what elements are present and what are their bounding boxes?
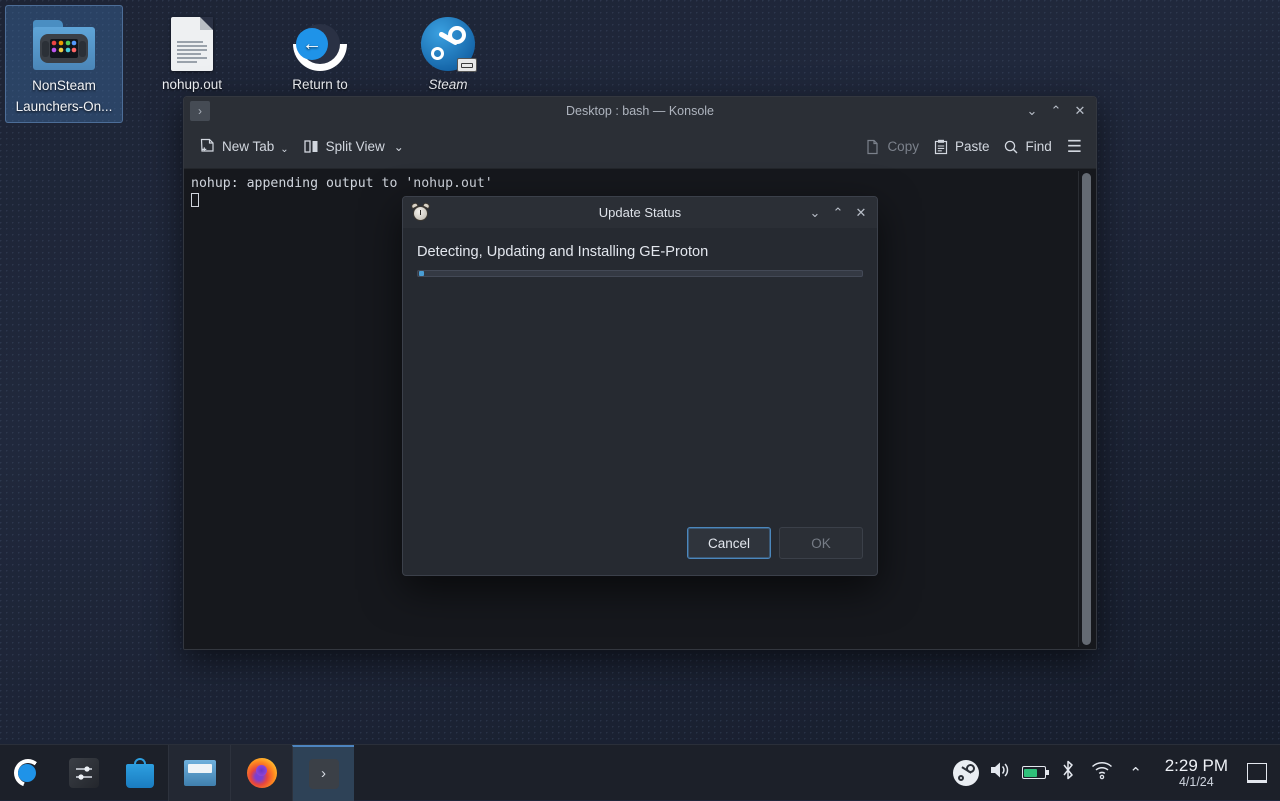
- tray-expand-button[interactable]: ⌃: [1119, 745, 1153, 801]
- terminal-cursor: [191, 193, 199, 207]
- speaker-icon: [988, 759, 1012, 786]
- desktop-icon-label: Return to: [261, 75, 379, 96]
- taskbar-item-file-manager[interactable]: [168, 745, 230, 801]
- split-view-label: Split View: [326, 139, 385, 154]
- chevron-down-icon[interactable]: ⌄: [280, 144, 288, 155]
- dialog-body: Detecting, Updating and Installing GE-Pr…: [403, 228, 877, 527]
- split-view-chevron-button[interactable]: ⌄: [392, 136, 411, 158]
- desktop-icon-nohup-out[interactable]: nohup.out: [133, 5, 251, 96]
- new-tab-button[interactable]: New Tab ⌄: [192, 134, 296, 159]
- paste-icon: [933, 139, 949, 155]
- clock[interactable]: 2:29 PM 4/1/24: [1153, 756, 1240, 789]
- wifi-icon: [1090, 760, 1114, 785]
- clock-time: 2:29 PM: [1165, 756, 1228, 775]
- terminal-icon: ›: [309, 759, 339, 789]
- desktop-icon-nonsteam-launchers[interactable]: NonSteam Launchers-On...: [5, 5, 123, 123]
- cancel-button[interactable]: Cancel: [687, 527, 771, 559]
- show-desktop-button[interactable]: [1240, 745, 1274, 801]
- konsole-toolbar: New Tab ⌄ Split View ⌄ Copy Paste: [184, 125, 1096, 169]
- desktop-icon-label: NonSteam Launchers-On...: [6, 76, 122, 118]
- discover-button[interactable]: [112, 745, 168, 801]
- konsole-window-title: Desktop : bash — Konsole: [184, 104, 1096, 118]
- hamburger-menu-button[interactable]: ☰: [1059, 135, 1086, 159]
- taskbar-item-konsole[interactable]: ›: [292, 745, 354, 801]
- find-label: Find: [1025, 139, 1051, 154]
- paste-button[interactable]: Paste: [926, 135, 997, 159]
- dialog-footer: Cancel OK: [403, 527, 877, 575]
- hamburger-icon: ☰: [1067, 137, 1082, 157]
- sliders-icon: [69, 758, 99, 788]
- tray-volume-button[interactable]: [983, 745, 1017, 801]
- minimize-icon[interactable]: ⌄: [1021, 100, 1043, 122]
- taskbar: › ⌃ 2:29 PM 4/1/24: [0, 744, 1280, 800]
- dialog-message: Detecting, Updating and Installing GE-Pr…: [417, 244, 863, 260]
- steam-shortcut-icon: [389, 13, 507, 75]
- application-launcher-button[interactable]: [0, 745, 56, 801]
- paste-label: Paste: [955, 139, 990, 154]
- desktop-icon-steam[interactable]: Steam: [389, 5, 507, 96]
- maximize-icon[interactable]: ⌃: [827, 202, 849, 224]
- find-button[interactable]: Find: [996, 135, 1058, 159]
- terminal-scrollbar[interactable]: [1078, 171, 1094, 647]
- progress-bar: [417, 270, 863, 277]
- chevron-down-icon: ⌄: [394, 140, 404, 154]
- terminal-line: nohup: appending output to 'nohup.out': [191, 176, 493, 191]
- new-tab-label: New Tab: [222, 139, 274, 154]
- firefox-icon: [247, 758, 277, 788]
- bluetooth-icon: [1059, 759, 1077, 786]
- ok-button[interactable]: OK: [779, 527, 863, 559]
- copy-label: Copy: [887, 139, 919, 154]
- battery-charging-icon: [1022, 766, 1046, 779]
- scrollbar-thumb[interactable]: [1082, 173, 1091, 645]
- steam-icon: [953, 760, 979, 786]
- show-desktop-icon: [1247, 763, 1267, 783]
- new-tab-icon: [199, 138, 216, 155]
- clock-date: 4/1/24: [1165, 775, 1228, 789]
- tray-bluetooth-button[interactable]: [1051, 745, 1085, 801]
- search-icon: [1003, 139, 1019, 155]
- close-icon[interactable]: ✕: [850, 202, 872, 224]
- close-icon[interactable]: ✕: [1069, 100, 1091, 122]
- copy-button[interactable]: Copy: [858, 135, 926, 159]
- desktop-icon-label: Steam: [389, 75, 507, 96]
- tray-network-button[interactable]: [1085, 745, 1119, 801]
- update-status-dialog: Update Status ⌄ ⌃ ✕ Detecting, Updating …: [402, 196, 878, 576]
- konsole-titlebar[interactable]: › Desktop : bash — Konsole ⌄ ⌃ ✕: [184, 97, 1096, 125]
- split-view-icon: [303, 138, 320, 155]
- maximize-icon[interactable]: ⌃: [1045, 100, 1067, 122]
- taskbar-item-firefox[interactable]: [230, 745, 292, 801]
- desktop-icon-label: nohup.out: [133, 75, 251, 96]
- tray-steam-button[interactable]: [949, 745, 983, 801]
- system-settings-button[interactable]: [56, 745, 112, 801]
- folder-icon: [184, 760, 216, 786]
- system-tray: ⌃ 2:29 PM 4/1/24: [949, 745, 1280, 801]
- shortcut-link-badge-icon: [457, 58, 477, 72]
- desktop-icon-return-to[interactable]: ← Return to: [261, 5, 379, 96]
- split-view-button[interactable]: Split View: [296, 134, 392, 159]
- tray-battery-button[interactable]: [1017, 745, 1051, 801]
- dialog-titlebar[interactable]: Update Status ⌄ ⌃ ✕: [403, 197, 877, 228]
- copy-icon: [865, 139, 881, 155]
- progress-bar-chunk: [419, 271, 424, 276]
- kde-plasma-icon: [14, 759, 42, 787]
- text-file-icon: [133, 13, 251, 75]
- minimize-icon[interactable]: ⌄: [804, 202, 826, 224]
- shopping-bag-icon: [126, 758, 154, 788]
- return-to-icon: ←: [261, 13, 379, 75]
- folder-icon: [6, 14, 122, 76]
